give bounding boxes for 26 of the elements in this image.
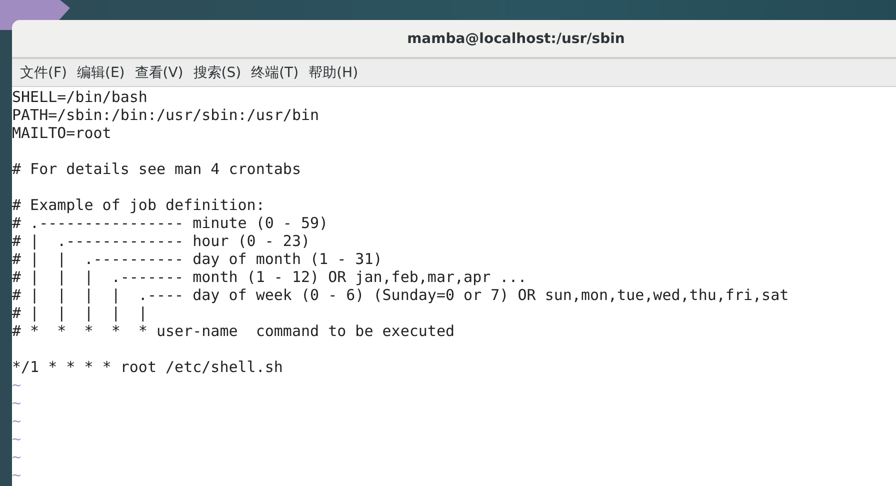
text-line: # | | | | |: [12, 304, 148, 322]
text-line: # * * * * * user-name command to be executed: [12, 322, 455, 340]
window-title: mamba@localhost:/usr/sbin: [406, 30, 625, 46]
text-line: SHELL=/bin/bash: [12, 88, 148, 106]
empty-line-marker: ~: [12, 466, 22, 484]
text-line: */1 * * * * root /etc/shell.sh: [12, 358, 283, 376]
text-line: # | | | | .---- day of week (0 - 6) (Sunday=0 or 7) OR sun,mon,tue,wed,thu,fri,sat: [12, 286, 789, 304]
text-line: # .---------------- minute (0 - 59): [12, 214, 328, 232]
empty-line-marker: ~: [12, 376, 22, 394]
text-line: # | | .---------- day of month (1 - 31): [12, 250, 382, 268]
menu-item[interactable]: 帮助(H): [302, 62, 364, 84]
empty-line-marker: ~: [12, 412, 22, 430]
text-line: PATH=/sbin:/bin:/usr/sbin:/usr/bin: [12, 106, 320, 124]
menu-item[interactable]: 编辑(E): [70, 62, 131, 84]
empty-line-marker: ~: [12, 430, 22, 448]
menu-item[interactable]: 终端(T): [245, 62, 305, 84]
empty-line-marker: ~: [12, 394, 22, 412]
menu-item[interactable]: 搜索(S): [187, 62, 248, 84]
empty-line-marker: ~: [12, 448, 22, 466]
text-line: MAILTO=root: [12, 124, 112, 142]
menu-item[interactable]: 文件(F): [14, 62, 73, 84]
text-line: # For details see man 4 crontabs: [12, 160, 301, 178]
menu-item[interactable]: 查看(V): [128, 62, 190, 84]
text-line: # | .------------- hour (0 - 23): [12, 232, 310, 250]
text-line: # | | | .------- month (1 - 12) OR jan,feb,mar,apr ...: [12, 268, 527, 286]
text-line: # Example of job definition:: [12, 196, 265, 214]
